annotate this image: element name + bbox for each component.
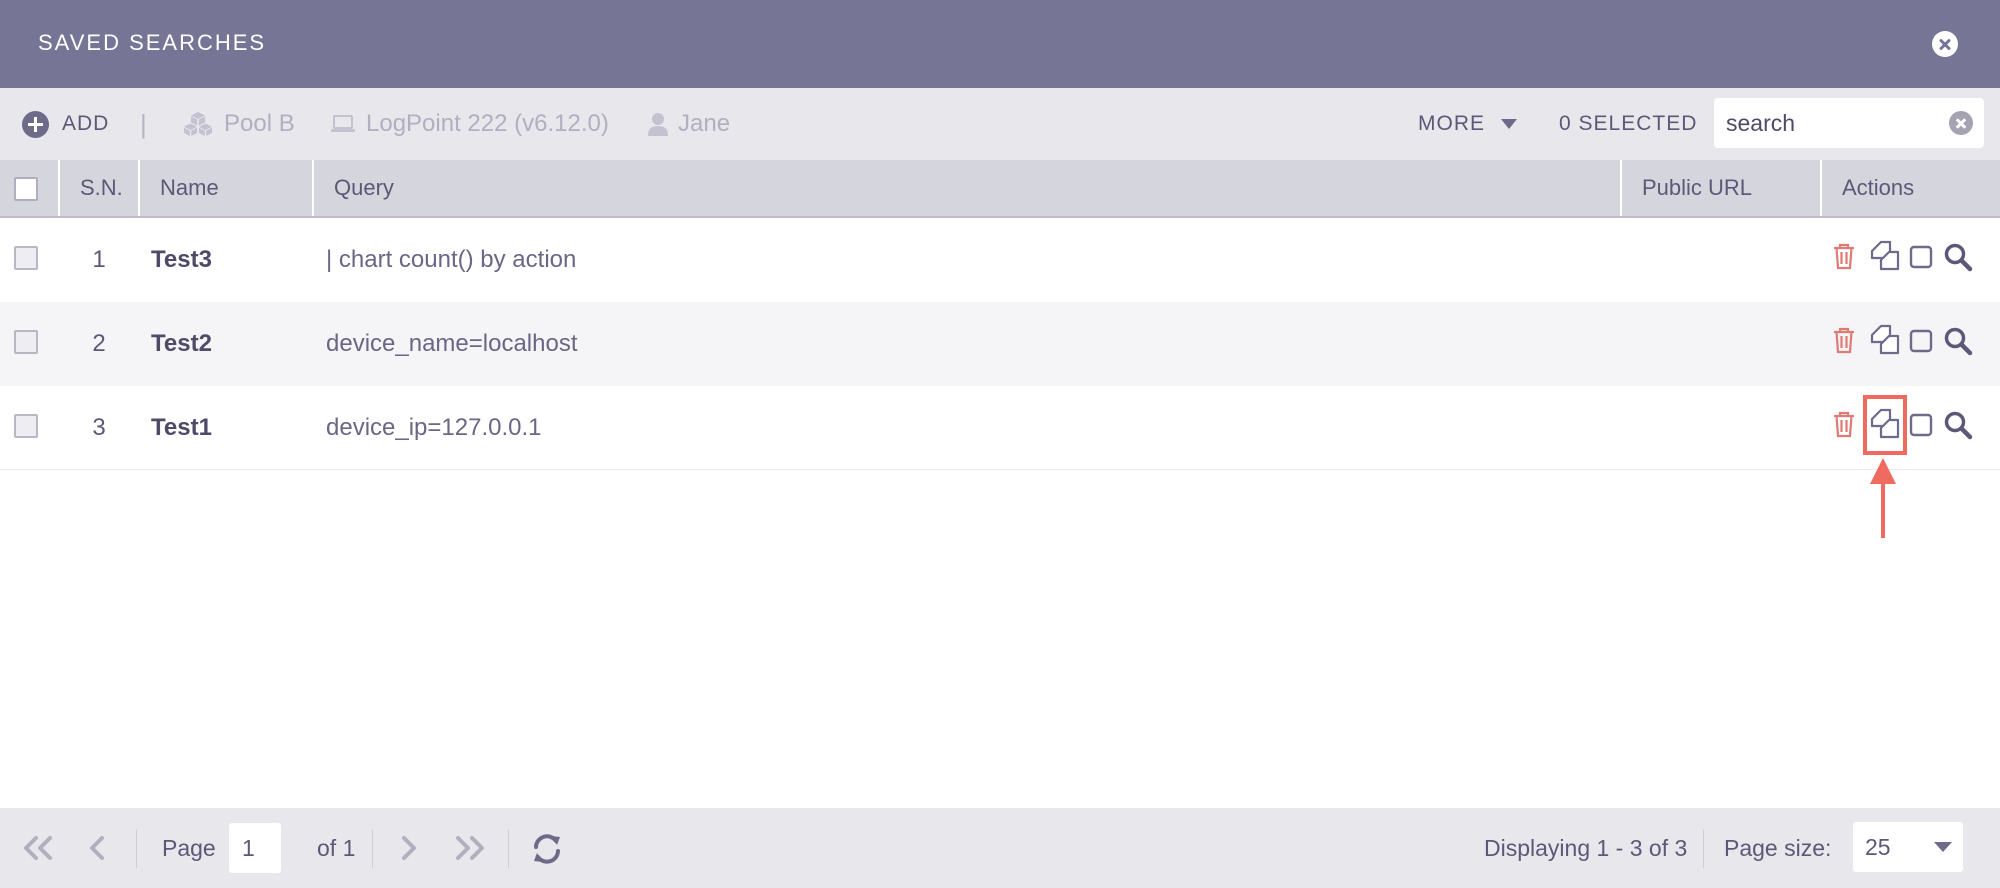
row-divider bbox=[0, 469, 2000, 470]
row-checkbox[interactable] bbox=[14, 414, 38, 438]
table-row[interactable]: 2 Test2 device_name=localhost bbox=[0, 302, 2000, 386]
more-dropdown[interactable]: MORE bbox=[1418, 88, 1517, 160]
copy-icon[interactable] bbox=[1869, 240, 1901, 272]
user-indicator: Jane bbox=[648, 88, 730, 160]
toolbar-separator: | bbox=[140, 108, 147, 139]
toolbar: ADD | Pool B LogPoint 222 (v6.12.0) Jane… bbox=[0, 88, 2000, 160]
close-icon[interactable] bbox=[1932, 31, 1958, 57]
row-checkbox[interactable] bbox=[14, 246, 38, 270]
table-row[interactable]: 3 Test1 device_ip=127.0.0.1 bbox=[0, 386, 2000, 470]
pager-divider bbox=[508, 830, 509, 868]
trash-icon[interactable] bbox=[1832, 326, 1856, 354]
pager-divider bbox=[1703, 830, 1704, 868]
search-icon[interactable] bbox=[1943, 410, 1973, 440]
row-checkbox[interactable] bbox=[14, 330, 38, 354]
first-page-icon[interactable] bbox=[20, 835, 56, 861]
caret-down-icon bbox=[1934, 842, 1952, 852]
row-query: device_ip=127.0.0.1 bbox=[326, 414, 542, 441]
select-all-checkbox[interactable] bbox=[14, 177, 38, 201]
pool-label: Pool B bbox=[224, 110, 295, 137]
row-query: device_name=localhost bbox=[326, 330, 578, 357]
arrow-up-icon bbox=[1870, 458, 1896, 484]
displaying-info: Displaying 1 - 3 of 3 bbox=[1484, 834, 1688, 861]
page-size-value: 25 bbox=[1865, 833, 1891, 860]
device-label: LogPoint 222 (v6.12.0) bbox=[366, 110, 609, 137]
arrow-shaft bbox=[1881, 482, 1885, 538]
checkbox-icon[interactable] bbox=[1909, 413, 1933, 437]
trash-icon[interactable] bbox=[1832, 410, 1856, 438]
column-header-sn[interactable]: S.N. bbox=[80, 160, 123, 216]
pager-divider bbox=[372, 830, 373, 868]
row-sn: 1 bbox=[92, 246, 106, 273]
pool-indicator: Pool B bbox=[182, 88, 295, 160]
add-label: ADD bbox=[62, 112, 110, 135]
next-page-icon[interactable] bbox=[398, 835, 420, 861]
laptop-icon bbox=[331, 115, 355, 132]
checkbox-icon[interactable] bbox=[1909, 245, 1933, 269]
page-size-label: Page size: bbox=[1724, 834, 1832, 861]
device-indicator: LogPoint 222 (v6.12.0) bbox=[330, 88, 609, 160]
page-count-label: of 1 bbox=[317, 834, 356, 861]
row-sn: 2 bbox=[92, 330, 106, 357]
column-header-name[interactable]: Name bbox=[160, 160, 219, 216]
user-label: Jane bbox=[678, 110, 731, 137]
pagination-bar: Page of 1 Displaying 1 - 3 of 3 Page siz… bbox=[0, 808, 2000, 888]
pager-divider bbox=[136, 830, 137, 868]
previous-page-icon[interactable] bbox=[86, 835, 108, 861]
selected-count: 0 SELECTED bbox=[1559, 112, 1698, 135]
page-size-select[interactable]: 25 bbox=[1853, 822, 1963, 872]
dialog-titlebar: SAVED SEARCHES bbox=[0, 0, 2000, 88]
plus-circle-icon bbox=[22, 110, 49, 138]
column-header-public-url[interactable]: Public URL bbox=[1642, 160, 1752, 216]
refresh-icon[interactable] bbox=[531, 833, 563, 865]
highlight-box bbox=[1863, 395, 1907, 455]
row-name: Test2 bbox=[151, 330, 212, 357]
clear-search-icon[interactable] bbox=[1949, 111, 1973, 135]
user-icon bbox=[648, 113, 668, 136]
dialog-title: SAVED SEARCHES bbox=[38, 30, 267, 55]
search-icon[interactable] bbox=[1943, 242, 1973, 272]
copy-icon[interactable] bbox=[1869, 324, 1901, 356]
page-label: Page bbox=[162, 834, 216, 861]
row-sn: 3 bbox=[92, 414, 106, 441]
trash-icon[interactable] bbox=[1832, 242, 1856, 270]
search-input[interactable] bbox=[1726, 98, 1944, 148]
column-divider bbox=[1620, 160, 1622, 216]
column-header-query[interactable]: Query bbox=[334, 160, 394, 216]
column-divider bbox=[58, 160, 60, 216]
table-row[interactable]: 1 Test3 | chart count() by action bbox=[0, 218, 2000, 302]
page-number-input[interactable] bbox=[229, 823, 281, 873]
row-query: | chart count() by action bbox=[326, 246, 577, 273]
column-header-actions: Actions bbox=[1842, 175, 1915, 200]
row-name: Test1 bbox=[151, 414, 212, 441]
column-divider bbox=[312, 160, 314, 216]
row-name: Test3 bbox=[151, 246, 212, 273]
checkbox-icon[interactable] bbox=[1909, 329, 1933, 353]
search-icon[interactable] bbox=[1943, 326, 1973, 356]
last-page-icon[interactable] bbox=[452, 835, 488, 861]
add-button[interactable]: ADD bbox=[22, 88, 109, 160]
caret-down-icon bbox=[1501, 119, 1517, 129]
column-divider bbox=[1820, 160, 1822, 216]
column-divider bbox=[138, 160, 140, 216]
cubes-icon bbox=[184, 112, 212, 136]
more-label: MORE bbox=[1418, 112, 1485, 135]
table-header: S.N. Name Query Public URL Actions bbox=[0, 160, 2000, 218]
search-box bbox=[1714, 98, 1984, 148]
